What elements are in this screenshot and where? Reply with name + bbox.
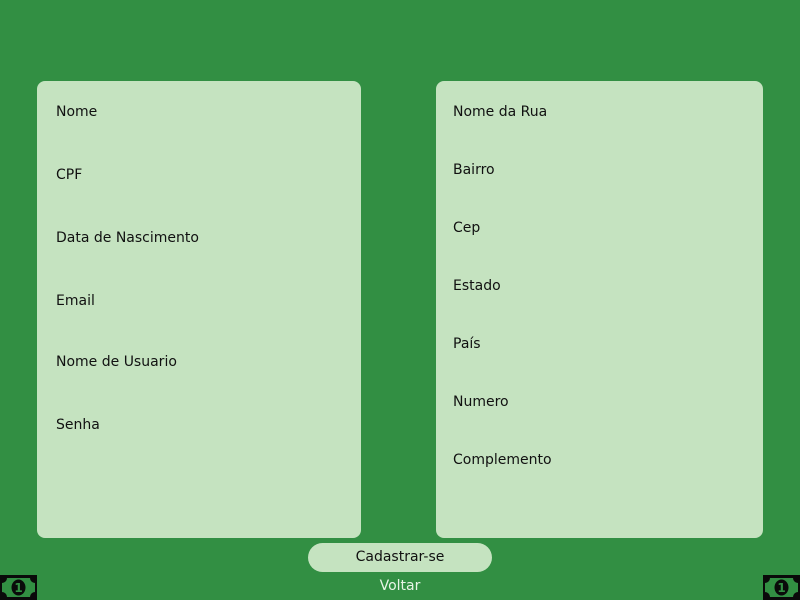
email-field[interactable]: Email	[56, 290, 336, 312]
number-field[interactable]: Numero	[453, 391, 733, 413]
complement-field[interactable]: Complemento	[453, 449, 733, 471]
cpf-field[interactable]: CPF	[56, 164, 336, 186]
password-field-label: Senha	[56, 417, 100, 433]
username-field-label: Nome de Usuario	[56, 354, 177, 370]
money-bill-icon: 1	[763, 575, 800, 600]
complement-field-label: Complemento	[453, 452, 552, 468]
back-link[interactable]: Voltar	[340, 576, 460, 596]
state-field-label: Estado	[453, 278, 501, 294]
name-field-label: Nome	[56, 104, 98, 120]
registration-page: Nome CPF Data de Nascimento Email Nome d…	[0, 0, 800, 600]
birthdate-field-label: Data de Nascimento	[56, 230, 199, 246]
email-field-label: Email	[56, 293, 95, 309]
neighborhood-field[interactable]: Bairro	[453, 159, 733, 181]
number-field-label: Numero	[453, 394, 509, 410]
street-name-field-label: Nome da Rua	[453, 104, 548, 120]
money-bill-icon: 1	[0, 575, 37, 600]
name-field[interactable]: Nome	[56, 101, 336, 123]
password-field[interactable]: Senha	[56, 414, 336, 436]
address-info-panel: Nome da Rua Bairro Cep Estado País Numer…	[436, 81, 763, 538]
state-field[interactable]: Estado	[453, 275, 733, 297]
cep-field[interactable]: Cep	[453, 217, 733, 239]
neighborhood-field-label: Bairro	[453, 162, 495, 178]
birthdate-field[interactable]: Data de Nascimento	[56, 227, 336, 249]
money-bill-number: 1	[777, 581, 785, 595]
register-button[interactable]: Cadastrar-se	[308, 543, 492, 572]
country-field[interactable]: País	[453, 333, 733, 355]
cep-field-label: Cep	[453, 220, 481, 236]
street-name-field[interactable]: Nome da Rua	[453, 101, 733, 123]
country-field-label: País	[453, 336, 481, 352]
username-field[interactable]: Nome de Usuario	[56, 351, 336, 373]
cpf-field-label: CPF	[56, 167, 83, 183]
money-bill-number: 1	[14, 581, 22, 595]
personal-info-panel: Nome CPF Data de Nascimento Email Nome d…	[37, 81, 361, 538]
